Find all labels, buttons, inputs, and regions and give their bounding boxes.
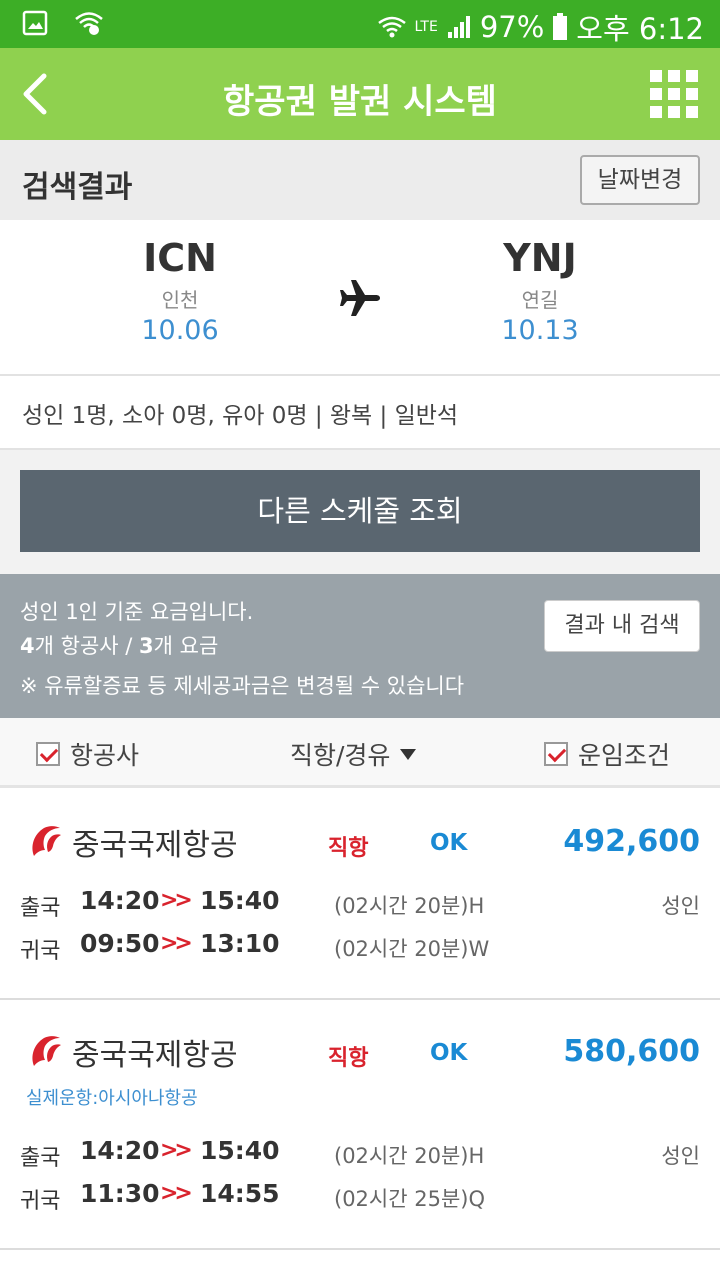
- passenger-text: 성인 1명, 소아 0명, 유아 0명 | 왕복 | 일반석: [22, 403, 459, 429]
- other-schedule-button[interactable]: 다른 스케줄 조회: [20, 470, 700, 552]
- departure-date: 10.06: [141, 315, 219, 346]
- air-china-logo-icon: [32, 1036, 61, 1066]
- status-bar: LTE 97% 오후 6:12: [0, 0, 720, 48]
- price: 492,600: [563, 824, 700, 859]
- airplane-icon: [340, 280, 380, 316]
- filter-fare-conditions[interactable]: 운임조건: [544, 736, 670, 772]
- gallery-icon: [22, 10, 48, 36]
- departure-time: 09:50: [80, 929, 160, 958]
- filter-bar: 항공사 직항/경유 운임조건: [0, 718, 720, 788]
- leg-outbound: 출국 14:20 >> 15:40 (02시간 20분)H 성인: [20, 1136, 700, 1171]
- fare-count-suffix: 개 요금: [153, 634, 219, 658]
- checkbox-icon[interactable]: [544, 742, 568, 766]
- price: 580,600: [563, 1034, 700, 1069]
- signal-icon: [447, 16, 470, 38]
- arrival-time: 13:10: [200, 929, 280, 958]
- dropdown-arrow-icon: [400, 748, 417, 760]
- operated-by: 실제운항:아시아나항공: [26, 1088, 198, 1109]
- passenger-type: 성인: [661, 1144, 700, 1168]
- origin-code: ICN: [143, 236, 217, 280]
- double-arrow-icon: >>: [160, 888, 193, 913]
- flight-card[interactable]: 중국국제항공 직항 OK 492,600 출국 14:20 >> 15:40 (…: [0, 790, 720, 1000]
- airline-count: 4: [20, 634, 35, 658]
- leg-label: 귀국: [20, 939, 61, 964]
- network-type: LTE: [414, 19, 438, 35]
- wifi-question-icon: [75, 12, 103, 35]
- menu-grid-button[interactable]: [650, 70, 698, 118]
- passenger-summary: 성인 1명, 소아 0명, 유아 0명 | 왕복 | 일반석: [0, 376, 720, 450]
- airline-count-suffix: 개 항공사 /: [34, 634, 140, 658]
- route-summary: ICN 인천 10.06 YNJ 연길 10.13: [0, 220, 720, 376]
- airline-name: 중국국제항공: [72, 828, 238, 863]
- result-header: 검색결과 날짜변경: [0, 140, 720, 220]
- air-china-logo-icon: [32, 826, 61, 856]
- passenger-type: 성인: [661, 894, 700, 918]
- leg-inbound: 귀국 09:50 >> 13:10 (02시간 20분)W: [20, 929, 700, 964]
- arrival-time: 15:40: [200, 1136, 280, 1165]
- arrival-time: 15:40: [200, 886, 280, 915]
- filter-direct-label: 직항/경유: [290, 741, 391, 770]
- duration: (02시간 20분)H: [334, 1144, 485, 1168]
- battery-icon: [553, 13, 568, 40]
- fare-basis-text: 성인 1인 기준 요금입니다.: [20, 600, 254, 624]
- direct-label: 직항: [328, 836, 369, 861]
- return-date: 10.13: [501, 315, 579, 346]
- leg-label: 출국: [20, 896, 61, 921]
- destination-code: YNJ: [503, 236, 577, 280]
- departure-time: 11:30: [80, 1179, 160, 1208]
- search-in-results-button[interactable]: 결과 내 검색: [544, 600, 700, 652]
- filter-airline[interactable]: 항공사: [36, 736, 139, 772]
- flight-card[interactable]: 중국국제항공 직항 OK 580,600 실제운항:아시아나항공 출국 14:2…: [0, 1000, 720, 1250]
- other-schedule-section: 다른 스케줄 조회: [0, 450, 720, 574]
- app-bar: 항공권 발권 시스템: [0, 48, 720, 140]
- destination-name: 연길: [521, 288, 559, 312]
- arrival-time: 14:55: [200, 1179, 280, 1208]
- departure-time: 14:20: [80, 1136, 160, 1165]
- origin-name: 인천: [161, 288, 199, 312]
- battery-percent: 97%: [479, 10, 545, 44]
- double-arrow-icon: >>: [160, 1138, 193, 1163]
- date-change-button[interactable]: 날짜변경: [580, 155, 700, 205]
- seat-status: OK: [430, 1040, 468, 1066]
- duration: (02시간 20분)H: [334, 894, 485, 918]
- filter-fare-label: 운임조건: [578, 741, 671, 770]
- leg-label: 출국: [20, 1146, 61, 1171]
- result-count-text: 4개 항공사 / 3개 요금: [20, 630, 218, 660]
- fare-info-box: 성인 1인 기준 요금입니다. 4개 항공사 / 3개 요금 ※ 유류할증료 등…: [0, 574, 720, 718]
- clock: 오후 6:12: [576, 12, 704, 46]
- fare-count: 3: [139, 634, 154, 658]
- origin: ICN 인천 10.06: [80, 236, 280, 346]
- duration: (02시간 20분)W: [334, 937, 490, 961]
- filter-airline-label: 항공사: [70, 741, 140, 770]
- leg-label: 귀국: [20, 1189, 61, 1214]
- page-title: 항공권 발권 시스템: [223, 82, 497, 122]
- result-title: 검색결과: [22, 170, 133, 205]
- airline-name: 중국국제항공: [72, 1038, 238, 1073]
- direct-label: 직항: [328, 1046, 369, 1071]
- double-arrow-icon: >>: [160, 931, 193, 956]
- surcharge-note: ※ 유류할증료 등 제세공과금은 변경될 수 있습니다: [20, 674, 465, 698]
- filter-direct-transfer[interactable]: 직항/경유: [290, 736, 417, 772]
- grid-icon: [650, 70, 662, 82]
- seat-status: OK: [430, 830, 468, 856]
- double-arrow-icon: >>: [160, 1181, 193, 1206]
- checkbox-icon[interactable]: [36, 742, 60, 766]
- destination: YNJ 연길 10.13: [440, 236, 640, 346]
- departure-time: 14:20: [80, 886, 160, 915]
- duration: (02시간 25분)Q: [334, 1187, 485, 1211]
- wifi-icon: [377, 16, 406, 38]
- leg-outbound: 출국 14:20 >> 15:40 (02시간 20분)H 성인: [20, 886, 700, 921]
- leg-inbound: 귀국 11:30 >> 14:55 (02시간 25분)Q: [20, 1179, 700, 1214]
